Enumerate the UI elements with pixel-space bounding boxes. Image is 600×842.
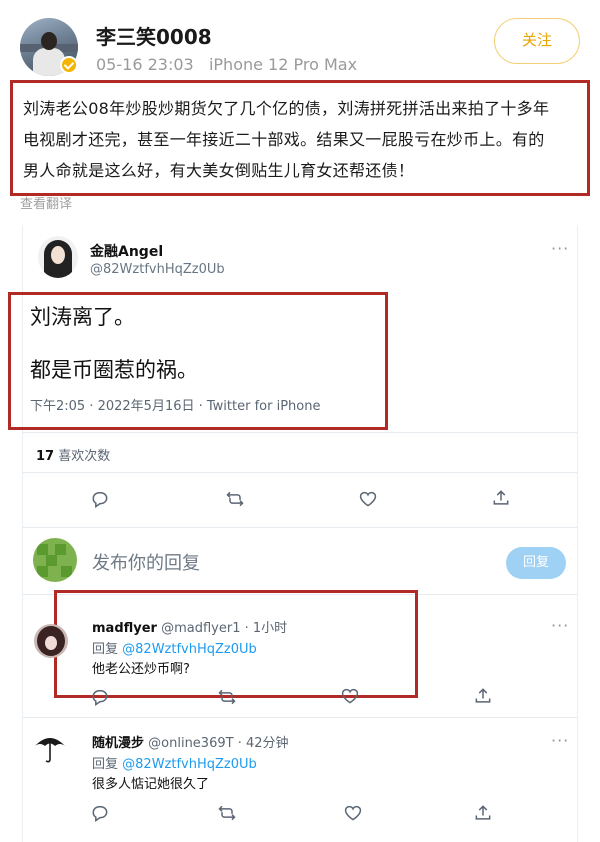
reply-to-handle[interactable]: @82WztfvhHqZz0Ub: [122, 642, 257, 657]
reply-author-avatar[interactable]: [32, 730, 66, 764]
tweet-timestamp[interactable]: 下午2:05 · 2022年5月16日 · Twitter for iPhone: [30, 395, 320, 414]
like-icon[interactable]: [340, 686, 360, 706]
post-text-line: 男人命就是这么好，有大美女倒贴生儿育女还帮还债！: [23, 161, 415, 180]
reply-icon[interactable]: [90, 687, 110, 707]
tweet-author-handle[interactable]: @82WztfvhHqZz0Ub: [90, 262, 225, 277]
reply-author-avatar[interactable]: [34, 624, 68, 658]
retweet-icon[interactable]: [225, 489, 245, 509]
follow-button[interactable]: 关注: [494, 18, 580, 64]
likes-count[interactable]: 17 喜欢次数: [36, 445, 110, 464]
reply-time: · 1小时: [244, 621, 288, 636]
post-text-highlight: 刘涛老公08年炒股炒期货欠了几个亿的债，刘涛拼死拼活出来拍了十多年 电视剧才还完…: [10, 80, 590, 196]
tweet-author-name[interactable]: 金融Angel: [90, 241, 163, 261]
more-horizontal-icon[interactable]: ···: [551, 618, 569, 634]
like-icon[interactable]: [343, 803, 363, 823]
reply-icon[interactable]: [90, 803, 110, 823]
reply-to-line: 回复 @82WztfvhHqZz0Ub: [92, 638, 257, 657]
reply-text: 他老公还炒币啊?: [92, 662, 190, 677]
share-icon[interactable]: [473, 803, 493, 823]
post-time: 05-16 23:03: [96, 55, 194, 74]
likes-label: 喜欢次数: [58, 449, 111, 464]
divider: [22, 717, 578, 718]
tweet-author-avatar[interactable]: [38, 236, 78, 278]
share-icon[interactable]: [491, 488, 511, 508]
user-name[interactable]: 李三笑0008: [96, 21, 212, 50]
verified-badge-icon: [60, 56, 78, 74]
weibo-post-header: 李三笑0008 05-16 23:03 iPhone 12 Pro Max 关注: [0, 0, 600, 90]
more-horizontal-icon[interactable]: ···: [551, 241, 569, 257]
reply-header: madflyer @madflyer1 · 1小时: [92, 617, 287, 636]
reply-header: 随机漫步 @online369T · 42分钟: [92, 732, 289, 751]
reply-button[interactable]: 回复: [506, 547, 566, 579]
reply-prefix: 回复: [92, 757, 119, 772]
post-text-line: 刘涛老公08年炒股炒期货欠了几个亿的债，刘涛拼死拼活出来拍了十多年: [23, 99, 550, 118]
likes-number: 17: [36, 449, 55, 464]
post-text-line: 电视剧才还完，甚至一年接近二十部戏。结果又一屁股亏在炒币上。有的: [23, 130, 545, 149]
divider: [22, 432, 578, 433]
like-icon[interactable]: [358, 489, 378, 509]
reply-author-handle[interactable]: @madflyer1: [161, 621, 240, 636]
more-horizontal-icon[interactable]: ···: [551, 733, 569, 749]
post-meta: 05-16 23:03 iPhone 12 Pro Max: [96, 55, 357, 74]
current-user-avatar: [33, 538, 77, 582]
share-icon[interactable]: [473, 686, 493, 706]
reply-to-line: 回复 @82WztfvhHqZz0Ub: [92, 753, 257, 772]
reply-author-name[interactable]: madflyer: [92, 621, 157, 636]
reply-icon[interactable]: [90, 489, 110, 509]
reply-author-name[interactable]: 随机漫步: [92, 736, 144, 751]
reply-prefix: 回复: [92, 642, 119, 657]
divider: [22, 527, 578, 528]
reply-input[interactable]: 发布你的回复: [92, 549, 200, 575]
tweet-text-line: 都是币圈惹的祸。: [30, 358, 198, 382]
tweet-text-line: 刘涛离了。: [30, 305, 135, 329]
reply-text: 很多人惦记她很久了: [92, 777, 210, 792]
retweet-icon[interactable]: [217, 803, 237, 823]
post-device: iPhone 12 Pro Max: [208, 55, 358, 74]
reply-author-handle[interactable]: @online369T: [148, 736, 233, 751]
divider: [22, 472, 578, 473]
retweet-icon[interactable]: [217, 687, 237, 707]
translate-link[interactable]: 查看翻译: [20, 193, 72, 212]
reply-time: · 42分钟: [237, 736, 289, 751]
reply-to-handle[interactable]: @82WztfvhHqZz0Ub: [122, 757, 257, 772]
